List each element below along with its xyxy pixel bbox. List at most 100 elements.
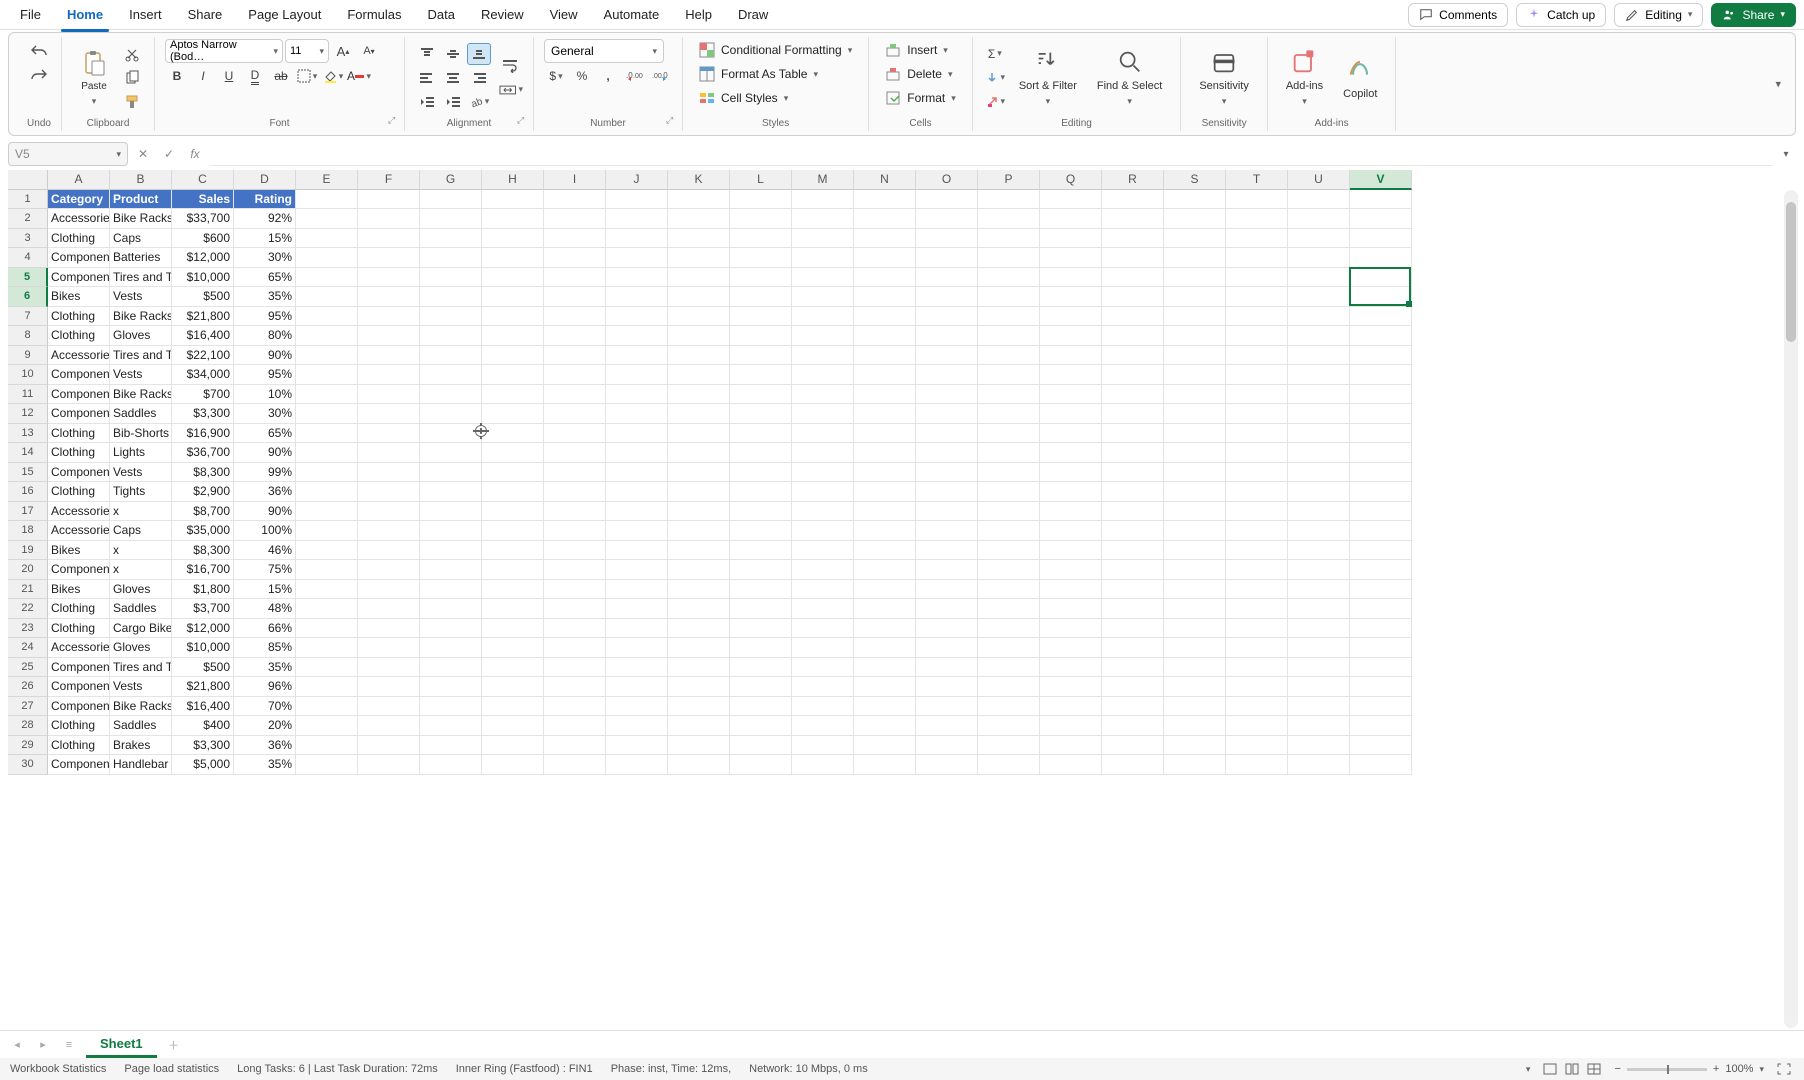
cell-D2[interactable]: 92%: [234, 209, 296, 229]
cell-T23[interactable]: [1226, 619, 1288, 639]
cell-B30[interactable]: Handlebar: [110, 755, 172, 775]
cell-F14[interactable]: [358, 443, 420, 463]
cell-K24[interactable]: [668, 638, 730, 658]
cell-E21[interactable]: [296, 580, 358, 600]
cell-B8[interactable]: Gloves: [110, 326, 172, 346]
cell-H30[interactable]: [482, 755, 544, 775]
cell-N27[interactable]: [854, 697, 916, 717]
cell-F30[interactable]: [358, 755, 420, 775]
cell-U8[interactable]: [1288, 326, 1350, 346]
cell-L7[interactable]: [730, 307, 792, 327]
cell-O12[interactable]: [916, 404, 978, 424]
cell-T13[interactable]: [1226, 424, 1288, 444]
cell-N30[interactable]: [854, 755, 916, 775]
cell-M24[interactable]: [792, 638, 854, 658]
menu-review[interactable]: Review: [469, 2, 536, 27]
cell-B20[interactable]: x: [110, 560, 172, 580]
cell-G19[interactable]: [420, 541, 482, 561]
cell-A18[interactable]: Accessories: [48, 521, 110, 541]
cell-E23[interactable]: [296, 619, 358, 639]
cell-N28[interactable]: [854, 716, 916, 736]
cell-L18[interactable]: [730, 521, 792, 541]
cell-M15[interactable]: [792, 463, 854, 483]
font-family-select[interactable]: Aptos Narrow (Bod…▾: [165, 39, 283, 63]
cell-R16[interactable]: [1102, 482, 1164, 502]
cell-Q3[interactable]: [1040, 229, 1102, 249]
formula-expand-button[interactable]: ▾: [1776, 149, 1796, 160]
cell-G7[interactable]: [420, 307, 482, 327]
sheet-prev-button[interactable]: ◂: [8, 1036, 26, 1054]
cell-N20[interactable]: [854, 560, 916, 580]
cell-styles-button[interactable]: Cell Styles▾: [693, 87, 794, 109]
cell-M6[interactable]: [792, 287, 854, 307]
font-color-button[interactable]: A▾: [347, 65, 371, 87]
cell-D26[interactable]: 96%: [234, 677, 296, 697]
cell-V29[interactable]: [1350, 736, 1412, 756]
cell-L11[interactable]: [730, 385, 792, 405]
cell-O9[interactable]: [916, 346, 978, 366]
borders-button[interactable]: ▾: [295, 65, 319, 87]
cell-H13[interactable]: [482, 424, 544, 444]
cell-C2[interactable]: $33,700: [172, 209, 234, 229]
cell-M7[interactable]: [792, 307, 854, 327]
cell-M1[interactable]: [792, 190, 854, 210]
cell-D13[interactable]: 65%: [234, 424, 296, 444]
cell-K20[interactable]: [668, 560, 730, 580]
cell-H7[interactable]: [482, 307, 544, 327]
cell-G23[interactable]: [420, 619, 482, 639]
cell-P23[interactable]: [978, 619, 1040, 639]
cell-B1[interactable]: Product: [110, 190, 172, 210]
workbook-stats-button[interactable]: Workbook Statistics: [10, 1063, 106, 1075]
editing-mode-button[interactable]: Editing ▾: [1614, 3, 1703, 27]
cell-U29[interactable]: [1288, 736, 1350, 756]
menu-draw[interactable]: Draw: [726, 2, 780, 27]
cell-J21[interactable]: [606, 580, 668, 600]
cell-K23[interactable]: [668, 619, 730, 639]
cell-M11[interactable]: [792, 385, 854, 405]
decrease-decimal-button[interactable]: .00.0: [648, 65, 672, 87]
cell-Q30[interactable]: [1040, 755, 1102, 775]
cell-P30[interactable]: [978, 755, 1040, 775]
cell-T7[interactable]: [1226, 307, 1288, 327]
cell-U1[interactable]: [1288, 190, 1350, 210]
cell-G22[interactable]: [420, 599, 482, 619]
cell-E25[interactable]: [296, 658, 358, 678]
cell-G27[interactable]: [420, 697, 482, 717]
cell-Q29[interactable]: [1040, 736, 1102, 756]
row-header-13[interactable]: 13: [8, 424, 48, 444]
cell-U7[interactable]: [1288, 307, 1350, 327]
copilot-button[interactable]: Copilot: [1335, 52, 1385, 104]
cell-D6[interactable]: 35%: [234, 287, 296, 307]
cell-B21[interactable]: Gloves: [110, 580, 172, 600]
cell-B5[interactable]: Tires and T: [110, 268, 172, 288]
cell-H1[interactable]: [482, 190, 544, 210]
cell-T19[interactable]: [1226, 541, 1288, 561]
status-menu-icon[interactable]: ▾: [1526, 1064, 1531, 1075]
cell-C16[interactable]: $2,900: [172, 482, 234, 502]
cell-S4[interactable]: [1164, 248, 1226, 268]
cell-L17[interactable]: [730, 502, 792, 522]
cell-N29[interactable]: [854, 736, 916, 756]
cell-Q1[interactable]: [1040, 190, 1102, 210]
cell-K1[interactable]: [668, 190, 730, 210]
cell-O30[interactable]: [916, 755, 978, 775]
cell-K3[interactable]: [668, 229, 730, 249]
cell-P9[interactable]: [978, 346, 1040, 366]
align-bottom-button[interactable]: [467, 43, 491, 65]
cell-I21[interactable]: [544, 580, 606, 600]
cell-S12[interactable]: [1164, 404, 1226, 424]
cell-D3[interactable]: 15%: [234, 229, 296, 249]
cell-P28[interactable]: [978, 716, 1040, 736]
cell-S20[interactable]: [1164, 560, 1226, 580]
cell-U30[interactable]: [1288, 755, 1350, 775]
cell-E5[interactable]: [296, 268, 358, 288]
cell-Q10[interactable]: [1040, 365, 1102, 385]
cell-O2[interactable]: [916, 209, 978, 229]
cell-B12[interactable]: Saddles: [110, 404, 172, 424]
cell-E30[interactable]: [296, 755, 358, 775]
cell-V10[interactable]: [1350, 365, 1412, 385]
cell-O10[interactable]: [916, 365, 978, 385]
number-dialog-launcher[interactable]: ⤢: [666, 115, 678, 127]
vscroll-thumb[interactable]: [1786, 202, 1796, 342]
alignment-dialog-launcher[interactable]: ⤢: [517, 115, 529, 127]
